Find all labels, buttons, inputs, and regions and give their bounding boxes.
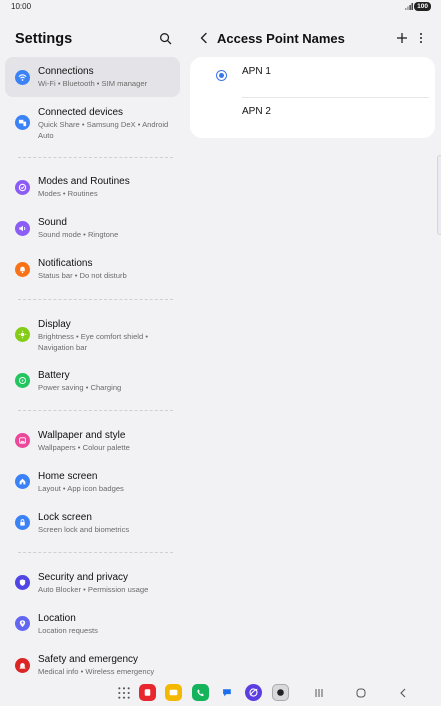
signal-icon <box>405 3 413 10</box>
radio-dot <box>219 73 224 78</box>
settings-item-title: Home screen <box>38 471 98 482</box>
settings-item-title: Sound <box>38 217 67 228</box>
emergency-icon <box>15 658 30 673</box>
apn-label: APN 1 <box>242 66 271 77</box>
settings-item-title: Connections <box>38 66 94 77</box>
divider <box>18 410 173 411</box>
settings-item-title: Safety and emergency <box>38 654 139 665</box>
messages-folder-icon[interactable] <box>165 684 182 701</box>
wifi-icon <box>15 70 30 85</box>
settings-item-title: Notifications <box>38 258 93 269</box>
settings-item-title: Connected devices <box>38 107 124 118</box>
settings-item-title: Lock screen <box>38 512 92 523</box>
back-arrow-icon[interactable] <box>199 32 209 44</box>
devices-icon <box>15 115 30 130</box>
status-bar: 10:00 100 <box>0 0 441 14</box>
apps-grid-icon[interactable] <box>117 686 131 700</box>
divider <box>18 157 173 158</box>
back-nav-icon[interactable] <box>397 687 409 699</box>
battery-icon <box>15 373 30 388</box>
lock-icon <box>15 515 30 530</box>
phone-icon[interactable] <box>192 684 209 701</box>
settings-item-display[interactable]: Display Brightness • Eye comfort shield … <box>5 313 180 355</box>
apn-list: APN 1 APN 2 <box>190 57 435 138</box>
settings-item-sound[interactable]: Sound Sound mode • Ringtone <box>5 212 180 246</box>
divider <box>18 552 173 553</box>
more-options-icon[interactable] <box>417 32 425 44</box>
settings-item-subtitle: Medical info • Wireless emergency <box>38 667 155 676</box>
apn-item-1[interactable]: APN 1 <box>190 57 435 97</box>
settings-item-location[interactable]: Location Location requests <box>5 608 180 642</box>
camera-icon[interactable] <box>272 684 289 701</box>
shield-icon <box>15 575 30 590</box>
location-icon <box>15 616 30 631</box>
settings-item-wallpaper[interactable]: Wallpaper and style Wallpapers • Colour … <box>5 425 180 459</box>
settings-item-title: Wallpaper and style <box>38 430 126 441</box>
divider <box>18 299 173 300</box>
page-title: Access Point Names <box>217 31 345 46</box>
settings-item-subtitle: Power saving • Charging <box>38 383 122 392</box>
add-icon[interactable] <box>396 32 408 44</box>
settings-item-safety-emergency[interactable]: Safety and emergency Medical info • Wire… <box>5 649 180 679</box>
chat-icon[interactable] <box>219 684 236 701</box>
settings-item-title: Modes and Routines <box>38 176 130 187</box>
settings-item-connected-devices[interactable]: Connected devices Quick Share • Samsung … <box>5 103 180 143</box>
panel-resize-handle[interactable] <box>437 155 441 235</box>
settings-item-lock-screen[interactable]: Lock screen Screen lock and biometrics <box>5 507 180 541</box>
routines-icon <box>15 180 30 195</box>
bell-icon <box>15 262 30 277</box>
settings-item-subtitle: Brightness • Eye comfort shield • Naviga… <box>38 332 148 352</box>
settings-item-subtitle: Screen lock and biometrics <box>38 525 130 534</box>
internet-icon[interactable] <box>245 684 262 701</box>
settings-item-connections[interactable]: Connections Wi-Fi • Bluetooth • SIM mana… <box>5 57 180 97</box>
settings-item-modes-routines[interactable]: Modes and Routines Modes • Routines <box>5 171 180 205</box>
settings-item-title: Display <box>38 319 71 330</box>
settings-item-subtitle: Location requests <box>38 626 98 635</box>
settings-title: Settings <box>15 31 73 47</box>
settings-item-subtitle: Wallpapers • Colour palette <box>38 443 130 452</box>
settings-item-subtitle: Status bar • Do not disturb <box>38 271 127 280</box>
settings-item-notifications[interactable]: Notifications Status bar • Do not distur… <box>5 253 180 287</box>
settings-item-subtitle: Layout • App icon badges <box>38 484 124 493</box>
search-icon[interactable] <box>159 32 172 45</box>
sun-icon <box>15 327 30 342</box>
apn-item-2[interactable]: APN 2 <box>190 98 435 138</box>
speaker-icon <box>15 221 30 236</box>
home-icon <box>15 474 30 489</box>
battery-indicator: 100 <box>414 2 431 11</box>
settings-item-subtitle: Auto Blocker • Permission usage <box>38 585 149 594</box>
taskbar <box>0 681 441 706</box>
settings-item-home-screen[interactable]: Home screen Layout • App icon badges <box>5 466 180 500</box>
settings-item-subtitle: Modes • Routines <box>38 189 98 198</box>
settings-item-title: Location <box>38 613 76 624</box>
status-time: 10:00 <box>11 2 32 11</box>
settings-item-subtitle: Wi-Fi • Bluetooth • SIM manager <box>38 79 148 88</box>
settings-item-security[interactable]: Security and privacy Auto Blocker • Perm… <box>5 567 180 601</box>
recents-icon[interactable] <box>313 687 325 699</box>
wallpaper-icon <box>15 433 30 448</box>
settings-item-subtitle: Sound mode • Ringtone <box>38 230 119 239</box>
apn-label: APN 2 <box>242 106 271 117</box>
home-nav-icon[interactable] <box>355 687 367 699</box>
apn-radio-selected[interactable] <box>216 70 227 81</box>
red-app-icon[interactable] <box>139 684 156 701</box>
settings-item-title: Battery <box>38 370 70 381</box>
settings-item-title: Security and privacy <box>38 572 129 583</box>
settings-item-subtitle: Quick Share • Samsung DeX • Android Auto <box>38 120 169 140</box>
settings-item-battery[interactable]: Battery Power saving • Charging <box>5 365 180 399</box>
